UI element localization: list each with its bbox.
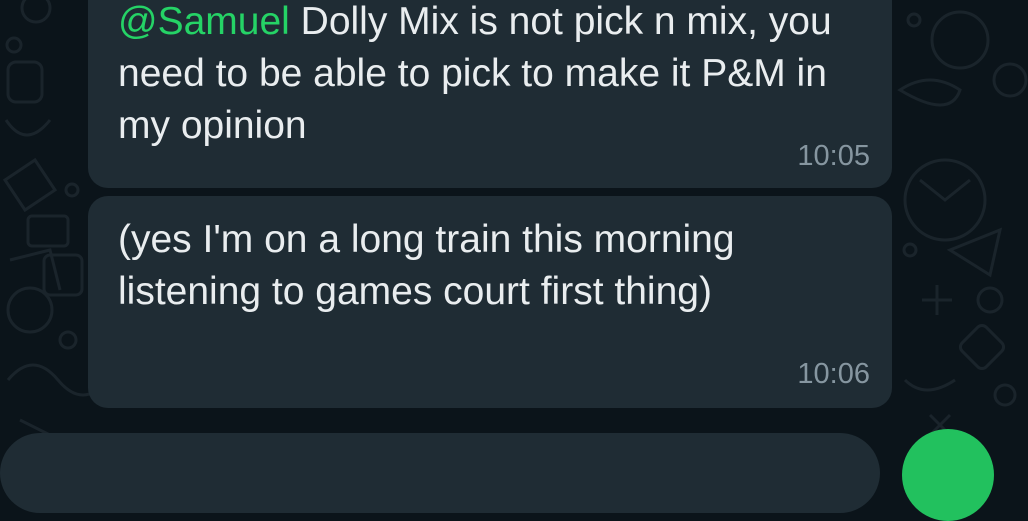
mic-button[interactable] [902,429,994,521]
message-input-bar[interactable] [0,433,880,513]
message-timestamp: 10:06 [797,358,870,390]
message-bubble[interactable]: (yes I'm on a long train this morning li… [88,196,892,408]
message-bubble[interactable]: @Samuel Dolly Mix is not pick n mix, you… [88,0,892,188]
mention-link[interactable]: @Samuel [118,0,290,43]
message-timestamp: 10:05 [797,140,870,172]
message-text: (yes I'm on a long train this morning li… [118,218,735,313]
message-text: @Samuel Dolly Mix is not pick n mix, you… [118,0,858,152]
